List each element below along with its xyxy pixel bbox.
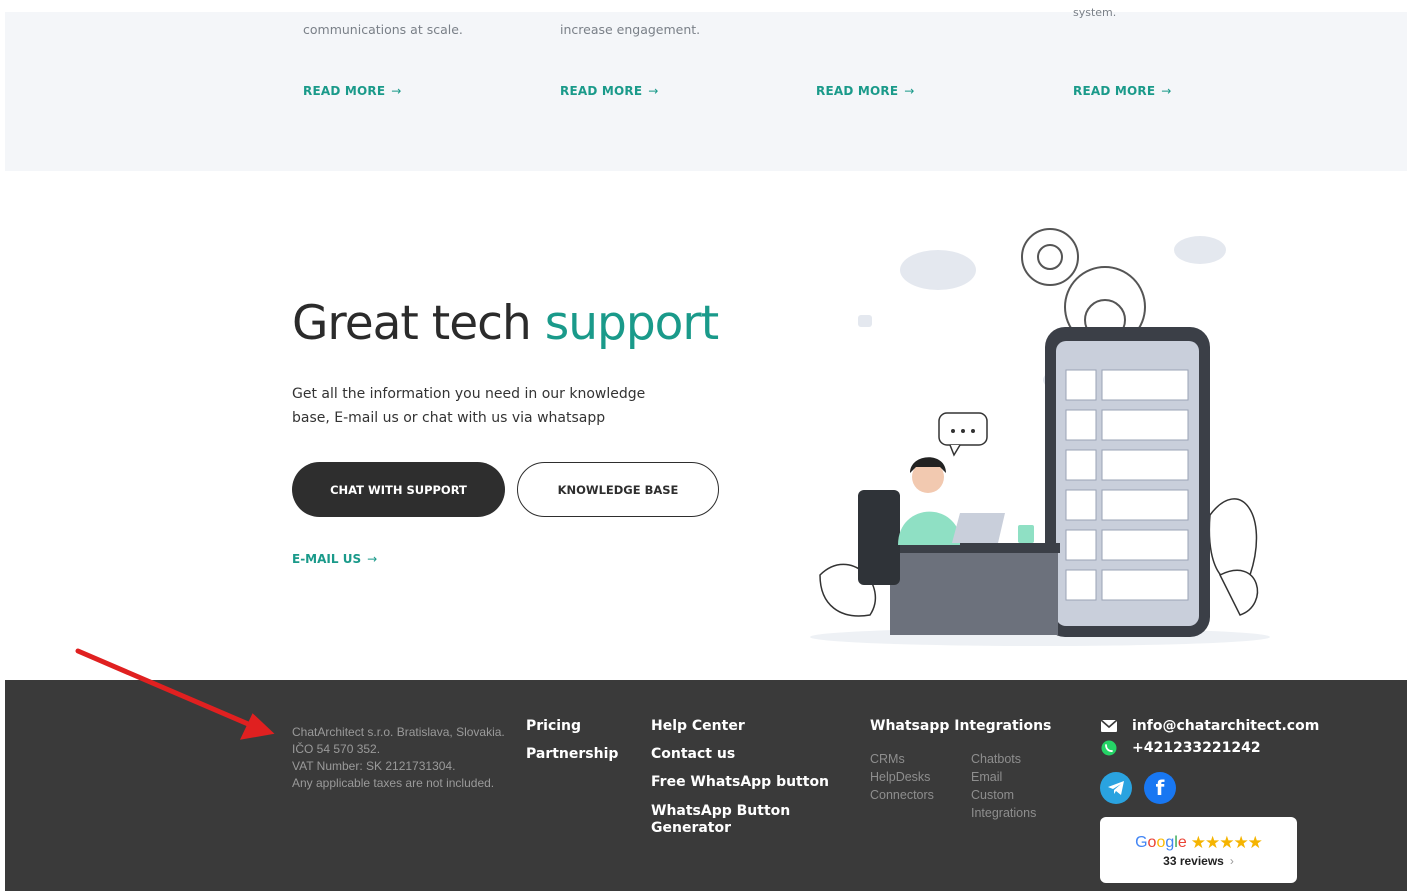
footer-link-whatsapp-button-generator[interactable]: WhatsApp Button Generator	[651, 803, 811, 837]
reviews-text: 33 reviews	[1163, 853, 1224, 868]
contact-email[interactable]: info@chatarchitect.com	[1100, 717, 1319, 735]
reviews-count: 33 reviews ›	[1163, 854, 1234, 868]
email-us-label: E-MAIL US	[292, 552, 362, 566]
google-logo: Google	[1135, 833, 1187, 851]
whatsapp-icon	[1100, 739, 1118, 757]
arrow-right-icon: →	[904, 84, 915, 98]
integrations-title: Whatsapp Integrations	[870, 718, 1052, 734]
page: communications at scale. increase engage…	[0, 0, 1411, 891]
integration-custom[interactable]: Custom Integrations	[971, 786, 1051, 822]
company-info: ChatArchitect s.r.o. Bratislava, Slovaki…	[292, 724, 505, 792]
phone-text: +421233221242	[1132, 740, 1261, 756]
facebook-icon[interactable]: f	[1144, 772, 1176, 804]
speech-bubble-icon	[938, 412, 988, 457]
company-line: ChatArchitect s.r.o. Bratislava, Slovaki…	[292, 725, 505, 739]
chevron-right-icon: ›	[1229, 853, 1234, 868]
annotation-arrow-icon	[75, 648, 275, 740]
star-icon: ★★★★★	[1190, 832, 1263, 852]
footer-link-pricing[interactable]: Pricing	[526, 718, 581, 735]
heading-main: Great tech	[292, 296, 545, 351]
company-line: Any applicable taxes are not included.	[292, 776, 495, 790]
arrow-right-icon: →	[1161, 84, 1172, 98]
integration-connectors[interactable]: Connectors	[870, 786, 934, 804]
cloud-icon	[1174, 236, 1226, 264]
support-illustration	[810, 228, 1270, 646]
company-line: VAT Number: SK 2121731304.	[292, 759, 456, 773]
features-section: communications at scale. increase engage…	[5, 6, 1407, 171]
arrow-right-icon: →	[367, 552, 378, 566]
card-4-text: system.	[1073, 6, 1117, 19]
support-description: Get all the information you need in our …	[292, 386, 646, 426]
integration-crms[interactable]: CRMs	[870, 750, 905, 768]
read-more-label: READ MORE	[303, 84, 386, 98]
integration-email[interactable]: Email	[971, 768, 1002, 786]
read-more-link-2[interactable]: READ MORE →	[560, 84, 659, 98]
read-more-label: READ MORE	[1073, 84, 1156, 98]
arrow-right-icon: →	[391, 84, 402, 98]
mail-icon	[1100, 717, 1118, 735]
telegram-icon[interactable]	[1100, 772, 1132, 804]
integration-helpdesks[interactable]: HelpDesks	[870, 768, 930, 786]
contact-phone[interactable]: +421233221242	[1100, 739, 1261, 757]
email-us-link[interactable]: E-MAIL US →	[292, 552, 377, 566]
arrow-right-icon: →	[648, 84, 659, 98]
read-more-link-4[interactable]: READ MORE →	[1073, 84, 1172, 98]
integration-chatbots[interactable]: Chatbots	[971, 750, 1021, 768]
cloud-icon	[900, 250, 976, 290]
company-line: IČO 54 570 352.	[292, 742, 381, 756]
heading-accent: support	[544, 296, 719, 351]
phone-illustration	[1045, 327, 1210, 637]
support-heading: Great tech support	[292, 296, 719, 351]
card-2-text: increase engagement.	[560, 22, 701, 37]
email-text: info@chatarchitect.com	[1132, 718, 1320, 734]
card-1-text: communications at scale.	[303, 22, 463, 37]
footer-link-help-center[interactable]: Help Center	[651, 718, 745, 735]
chat-with-support-button[interactable]: CHAT WITH SUPPORT	[292, 462, 505, 517]
read-more-link-1[interactable]: READ MORE →	[303, 84, 402, 98]
read-more-label: READ MORE	[560, 84, 643, 98]
google-reviews-badge[interactable]: Google ★★★★★ 33 reviews ›	[1100, 817, 1297, 883]
footer-link-free-whatsapp-button[interactable]: Free WhatsApp button	[651, 774, 829, 791]
knowledge-base-button[interactable]: KNOWLEDGE BASE	[517, 462, 719, 517]
read-more-link-3[interactable]: READ MORE →	[816, 84, 915, 98]
read-more-label: READ MORE	[816, 84, 899, 98]
footer-link-contact-us[interactable]: Contact us	[651, 746, 735, 763]
footer-link-partnership[interactable]: Partnership	[526, 746, 618, 763]
